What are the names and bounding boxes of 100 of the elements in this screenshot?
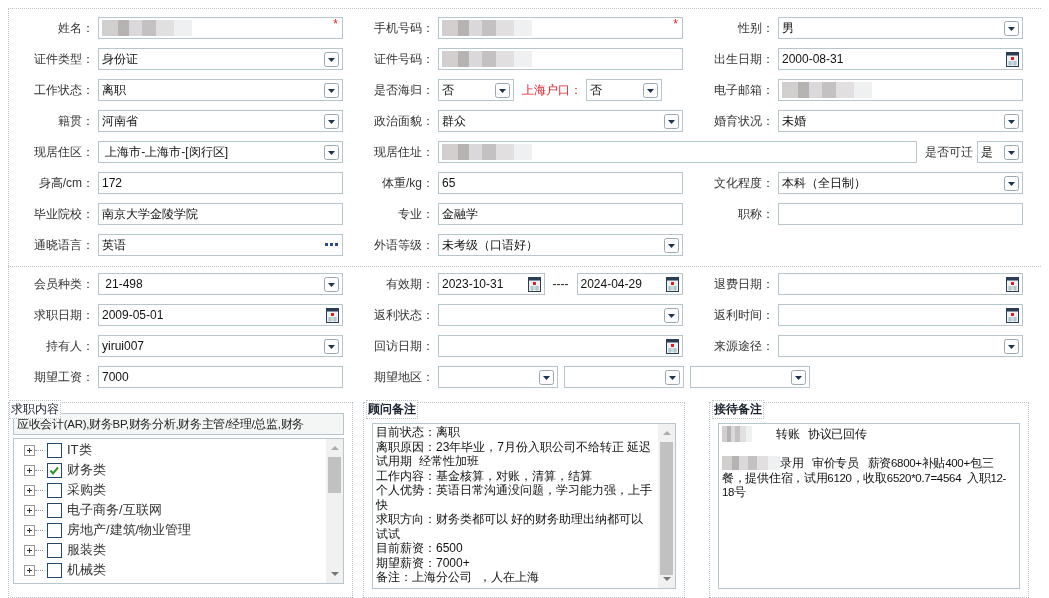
date-field[interactable]: 2000-08-31 xyxy=(778,48,1023,70)
group-legend: 求职内容 xyxy=(9,400,61,419)
text-field[interactable] xyxy=(778,79,1023,101)
tree-item[interactable]: 财务类 xyxy=(67,461,106,479)
date-field[interactable] xyxy=(438,335,683,357)
notes-box[interactable]: 目前状态：离职 离职原因：23年毕业，7月份入职公司不给转正 延迟试用期 经常性加班 工作内容：基金核算，对账，清算，结算 个人优势：英语日常沟通没问题，学习能力强，上手快 求职方向：财务类都可以 好的财务助理出纳都可以试试 目前薪资：6500 期望薪资：7000+ 备注：上海分公司 ，人在上海 xyxy=(372,423,676,589)
lookup-field[interactable]: 英语 xyxy=(98,234,343,256)
notes-line: 目前状态：离职 xyxy=(376,425,461,440)
field-label: 体重/kg： xyxy=(381,174,435,192)
caret-icon xyxy=(495,82,510,98)
required-mark: * xyxy=(673,18,678,30)
date-field[interactable]: 2024-04-29 xyxy=(576,273,683,295)
text-field[interactable]: 65 xyxy=(438,172,683,194)
tree-item[interactable]: 采购类 xyxy=(67,481,106,499)
expand-toggle-icon[interactable] xyxy=(24,544,35,556)
field-label: 现居住区： xyxy=(33,143,95,161)
expand-toggle-icon[interactable] xyxy=(24,524,35,536)
calendar-icon xyxy=(666,276,679,292)
text-field[interactable]: 金融学 xyxy=(438,203,683,225)
tree-item[interactable]: 房地产/建筑/物业管理 xyxy=(67,521,192,539)
checkbox[interactable] xyxy=(47,562,62,578)
field-label: 来源途径： xyxy=(713,337,775,355)
caret-icon xyxy=(324,338,339,354)
tree-item[interactable]: 服装类 xyxy=(67,541,106,559)
dropdown[interactable]: 否 xyxy=(586,79,662,101)
caret-icon xyxy=(664,237,679,253)
field-label: 职称： xyxy=(737,205,775,223)
date-field[interactable] xyxy=(778,273,1023,295)
scrollbar[interactable] xyxy=(658,424,675,588)
text-field[interactable] xyxy=(778,203,1023,225)
calendar-icon xyxy=(1006,276,1019,292)
field-label: 文化程度： xyxy=(713,174,775,192)
tree-item[interactable]: 机械类 xyxy=(67,561,106,579)
checkbox[interactable] xyxy=(47,462,62,478)
checkbox[interactable] xyxy=(47,482,62,498)
expand-toggle-icon[interactable] xyxy=(24,464,35,476)
notes-line: 备注：上海分公司 ，人在上海 xyxy=(376,570,540,585)
dropdown[interactable]: 群众 xyxy=(438,110,683,132)
text-field[interactable]: * xyxy=(438,17,683,39)
checkbox[interactable] xyxy=(47,502,62,518)
field-label: 工作状态： xyxy=(33,81,95,99)
notes-line: 期望薪资：7000+ xyxy=(376,555,471,570)
field-label: 毕业院校： xyxy=(33,205,95,223)
field-label: 返利状态： xyxy=(373,306,435,324)
date-field[interactable] xyxy=(778,304,1023,326)
checkbox[interactable] xyxy=(47,542,62,558)
notes-box[interactable]: 转账 协议已回传 录用 审价专员 薪资6800+补贴400+包三 餐，提供住宿，试用6120，收取6520*0.7=4564 入职12-18号 xyxy=(718,423,1020,589)
calendar-icon xyxy=(326,307,339,323)
dropdown[interactable]: 未考级（口语好） xyxy=(438,234,683,256)
caret-icon xyxy=(1004,144,1019,160)
text-field[interactable]: 172 xyxy=(98,172,343,194)
dropdown[interactable]: 上海市-上海市-[闵行区] xyxy=(98,141,343,163)
notes-line: 个人优势：英语日常沟通没问题，学习能力强，上手快 xyxy=(376,483,653,512)
field-label: 会员种类： xyxy=(33,275,95,293)
dropdown[interactable]: 否 xyxy=(438,79,514,101)
field-label: 期望地区： xyxy=(373,368,435,386)
dropdown[interactable]: 男 xyxy=(778,17,1023,39)
text-field[interactable]: 南京大学金陵学院 xyxy=(98,203,343,225)
dropdown[interactable]: 本科（全日制） xyxy=(778,172,1023,194)
dropdown[interactable]: 离职 xyxy=(98,79,343,101)
tree-item[interactable]: 电子商务/互联网 xyxy=(67,501,162,519)
date-field[interactable]: 2009-05-01 xyxy=(98,304,343,326)
expand-toggle-icon[interactable] xyxy=(24,504,35,516)
notes-line: 餐，提供住宿，试用6120，收取6520*0.7=4564 入职12-18号 xyxy=(722,470,1008,500)
checkbox[interactable] xyxy=(47,522,62,538)
date-field[interactable]: 2023-10-31 xyxy=(438,273,545,295)
expand-toggle-icon[interactable] xyxy=(24,484,35,496)
dropdown[interactable]: 是 xyxy=(977,141,1023,163)
field-label: 现居住址： xyxy=(373,143,435,161)
expand-toggle-icon[interactable] xyxy=(24,564,35,576)
dropdown[interactable]: 21-498 xyxy=(98,273,343,295)
field-label: 回访日期： xyxy=(373,337,435,355)
dropdown[interactable]: 未婚 xyxy=(778,110,1023,132)
checkbox[interactable] xyxy=(47,442,62,458)
required-mark: * xyxy=(333,18,338,30)
text-field[interactable]: 7000 xyxy=(98,366,343,388)
range-separator: ---- xyxy=(551,277,570,291)
field-label: 有效期： xyxy=(385,275,435,293)
group-legend: 顾问备注 xyxy=(366,400,418,419)
scrollbar[interactable] xyxy=(326,439,343,583)
expand-toggle-icon[interactable] xyxy=(24,444,35,456)
field-label: 证件类型： xyxy=(33,50,95,68)
field-label: 籍贯： xyxy=(57,112,95,130)
tree-item[interactable]: IT类 xyxy=(67,441,92,459)
caret-icon xyxy=(791,369,806,385)
text-field[interactable] xyxy=(438,141,917,163)
field-label: 上海户口： xyxy=(521,81,583,99)
dropdown[interactable]: yirui007 xyxy=(98,335,343,357)
text-field[interactable] xyxy=(438,48,683,70)
dropdown[interactable]: 身份证 xyxy=(98,48,343,70)
notes-line: 求职方向：财务类都可以 好的财务助理出纳都可以试试 xyxy=(376,512,645,541)
caret-icon xyxy=(664,307,679,323)
calendar-icon xyxy=(666,338,679,354)
field-label: 外语等级： xyxy=(373,236,435,254)
field-label: 姓名： xyxy=(57,19,95,37)
field-label: 性别： xyxy=(737,19,775,37)
dropdown[interactable]: 河南省 xyxy=(98,110,343,132)
field-label: 专业： xyxy=(397,205,435,223)
field-label: 婚育状况： xyxy=(713,112,775,130)
text-field[interactable]: * xyxy=(98,17,343,39)
